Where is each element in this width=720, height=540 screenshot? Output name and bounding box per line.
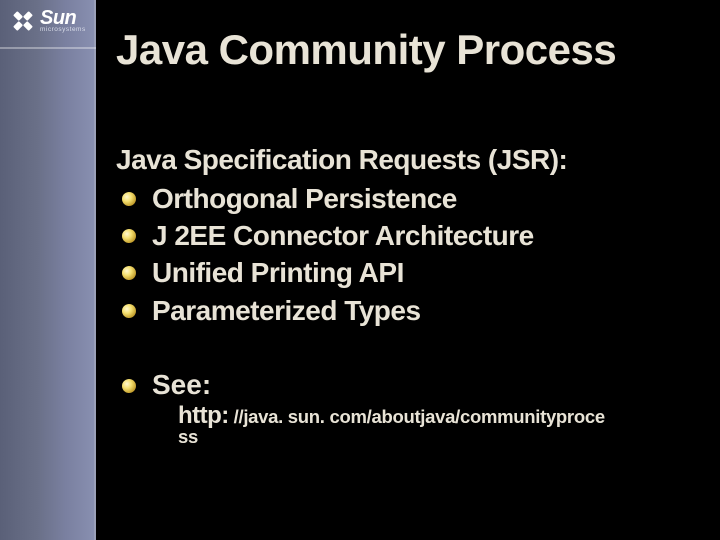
slide-content: Java Community Process Java Specificatio… (116, 0, 706, 540)
see-block: See: http: //java. sun. com/aboutjava/co… (116, 369, 706, 448)
list-item: Orthogonal Persistence (116, 180, 706, 217)
bullet-list: Orthogonal Persistence J 2EE Connector A… (116, 180, 706, 329)
list-item: Unified Printing API (116, 254, 706, 291)
bullet-icon (122, 304, 136, 318)
slide-subtitle: Java Specification Requests (JSR): (116, 144, 706, 176)
url-tail: ss (116, 426, 706, 448)
bullet-text: Unified Printing API (152, 257, 404, 288)
url-scheme: http: (178, 402, 229, 429)
bullet-icon (122, 379, 136, 393)
sidebar: Sun microsystems (0, 0, 96, 540)
see-label: See: (152, 369, 211, 400)
see-url: http: //java. sun. com/aboutjava/communi… (116, 403, 706, 428)
sidebar-divider (0, 47, 96, 49)
bullet-icon (122, 229, 136, 243)
bullet-icon (122, 266, 136, 280)
logo-brand: Sun (40, 9, 86, 27)
url-rest: //java. sun. com/aboutjava/communityproc… (229, 406, 605, 427)
bullet-text: Parameterized Types (152, 295, 421, 326)
list-item: Parameterized Types (116, 292, 706, 329)
bullet-text: Orthogonal Persistence (152, 183, 457, 214)
bullet-icon (122, 192, 136, 206)
sun-glyph-icon (10, 8, 36, 34)
list-item: J 2EE Connector Architecture (116, 217, 706, 254)
logo-subbrand: microsystems (40, 27, 86, 33)
sun-logo: Sun microsystems (10, 8, 86, 34)
see-row: See: (116, 369, 706, 401)
bullet-text: J 2EE Connector Architecture (152, 220, 534, 251)
slide-title: Java Community Process (116, 26, 706, 74)
logo-text: Sun microsystems (40, 9, 86, 33)
